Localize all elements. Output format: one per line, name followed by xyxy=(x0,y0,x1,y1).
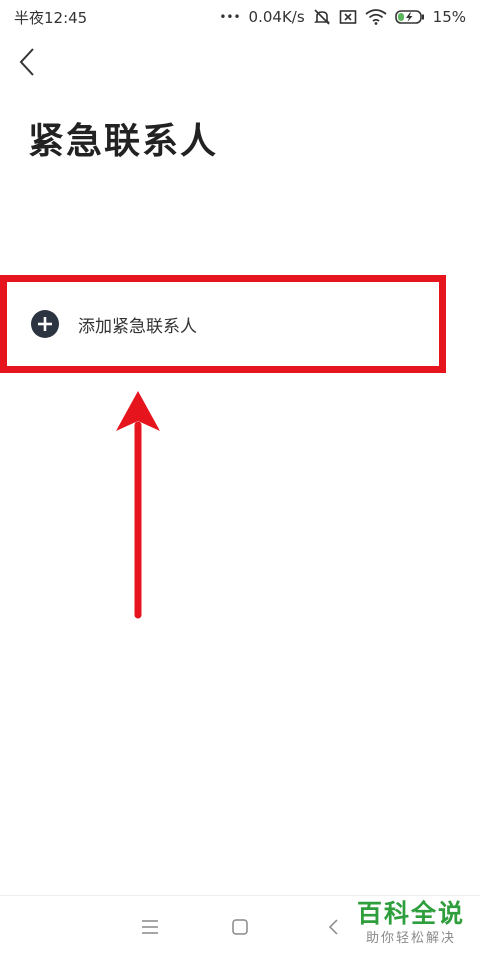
status-time: 半夜12:45 xyxy=(14,8,88,27)
battery-percent: 15% xyxy=(432,8,466,26)
add-emergency-contact-button[interactable]: 添加紧急联系人 xyxy=(8,280,438,368)
watermark: 百科全说 助你轻松解决 xyxy=(352,898,470,948)
menu-icon[interactable] xyxy=(142,920,158,934)
status-icons: ••• 0.04K/s 15% xyxy=(219,8,466,26)
back-button[interactable] xyxy=(14,44,44,80)
network-speed: 0.04K/s xyxy=(248,8,305,26)
add-contact-label: 添加紧急联系人 xyxy=(78,316,197,337)
battery-charging-icon xyxy=(394,10,424,24)
sim-off-icon xyxy=(339,10,356,24)
plus-circle-icon xyxy=(31,310,59,338)
watermark-title: 百科全说 xyxy=(356,899,465,928)
chevron-left-icon xyxy=(19,48,34,76)
mute-icon xyxy=(313,9,330,25)
back-triangle-icon[interactable] xyxy=(327,918,339,936)
home-square-icon[interactable] xyxy=(232,919,248,935)
page-title: 紧急联系人 xyxy=(28,121,219,162)
red-arrow-annotation xyxy=(116,391,160,619)
status-bar: 半夜12:45 ••• 0.04K/s 15% xyxy=(0,0,480,34)
watermark-subtitle: 助你轻松解决 xyxy=(365,931,456,946)
wifi-icon xyxy=(365,9,387,25)
more-dots: ••• xyxy=(219,10,241,24)
